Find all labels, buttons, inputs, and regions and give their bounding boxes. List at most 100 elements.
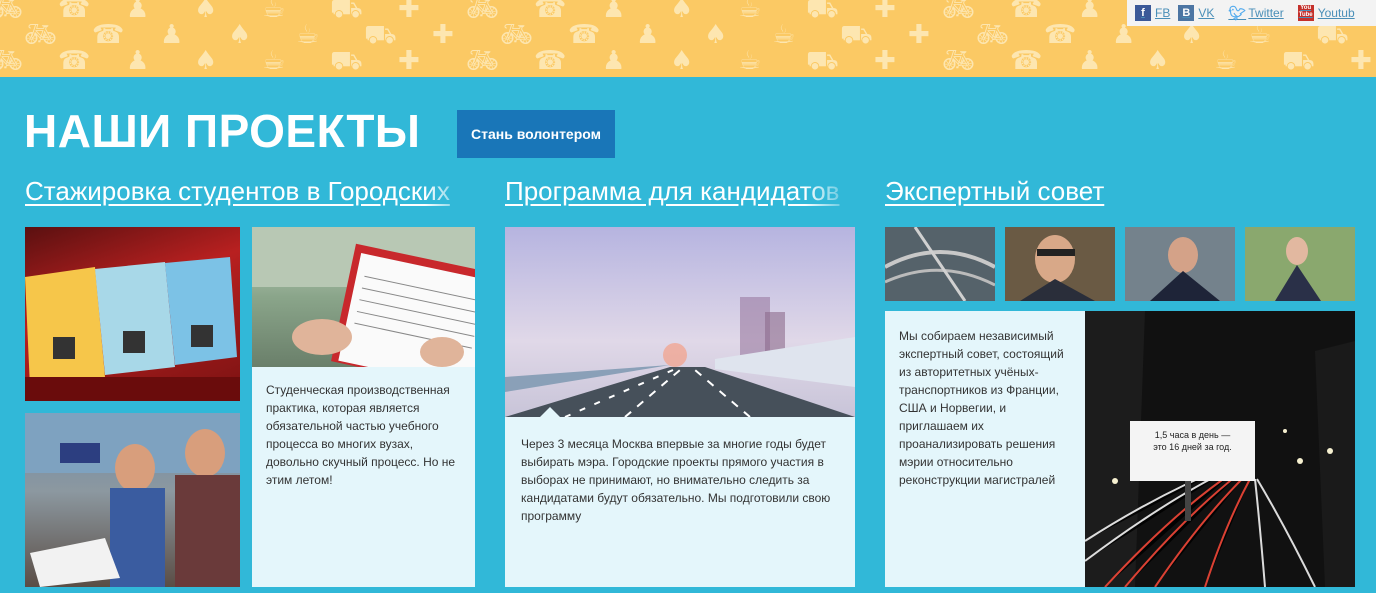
banner-pattern-glyph: ⛟︎: [330, 46, 363, 76]
project-title-internship[interactable]: Стажировка студентов в Городских: [25, 176, 475, 210]
banner-pattern-glyph: ☎︎: [58, 46, 91, 76]
banner-pattern-glyph: ♠︎: [670, 46, 694, 76]
expert-portrait-1[interactable]: [1005, 227, 1115, 301]
title-fade: [425, 176, 475, 210]
banner-pattern-glyph: ☕︎: [262, 0, 286, 24]
vk-link[interactable]: B VK: [1178, 5, 1214, 21]
billboard-line-2: это 16 дней за год.: [1153, 442, 1232, 452]
expert-portrait-1-image: [1005, 227, 1115, 301]
banner-pattern-glyph: ♟︎: [602, 0, 626, 24]
banner-pattern-glyph: ✚: [398, 46, 420, 76]
banner-pattern-glyph: ☎︎: [1010, 46, 1043, 76]
banner-pattern-glyph: ♟︎: [160, 20, 184, 50]
flyers-image: [25, 257, 240, 401]
candidates-description: Через 3 месяца Москва впервые за многие …: [521, 437, 831, 523]
internship-flyers-photo[interactable]: [25, 227, 240, 401]
candidates-description-card: Через 3 месяца Москва впервые за многие …: [505, 417, 855, 587]
banner-pattern-glyph: 🚲︎: [466, 0, 500, 24]
banner-pattern-glyph: ✚: [874, 0, 896, 24]
students-image: [25, 413, 240, 587]
banner-pattern-glyph: 🚲︎: [0, 0, 24, 24]
banner-pattern-glyph: ☎︎: [534, 0, 567, 24]
banner-pattern-glyph: ⛟︎: [364, 20, 397, 50]
clipboard-image: [252, 227, 475, 367]
banner-pattern-glyph: ⛟︎: [330, 0, 363, 24]
billboard-line-1: 1,5 часа в день —: [1154, 430, 1231, 440]
facebook-link[interactable]: f FB: [1135, 5, 1170, 21]
banner-pattern-glyph: 🚲︎: [976, 20, 1010, 50]
page-title: НАШИ ПРОЕКТЫ: [24, 105, 421, 157]
banner-pattern-glyph: ♠︎: [228, 20, 252, 50]
banner-pattern-glyph: ☎︎: [58, 0, 91, 24]
facebook-icon: f: [1135, 5, 1151, 21]
banner-pattern-glyph: ♟︎: [126, 0, 150, 24]
twitter-label: Twitter: [1248, 6, 1284, 20]
internship-description: Студенческая производственная практика, …: [266, 383, 456, 487]
banner-pattern-glyph: ⛟︎: [1282, 46, 1315, 76]
project-title-expert-council[interactable]: Экспертный совет: [885, 176, 1355, 210]
twitter-link[interactable]: 🐦︎ Twitter: [1228, 5, 1283, 21]
banner-pattern-glyph: 🚲︎: [24, 20, 58, 50]
vk-icon: B: [1178, 5, 1195, 21]
banner-pattern-glyph: ⛟︎: [806, 0, 839, 24]
banner-pattern-glyph: ☎︎: [1044, 20, 1077, 50]
foggy-road-photo[interactable]: [505, 227, 855, 417]
banner-pattern-glyph: ✚: [908, 20, 930, 50]
youtube-link[interactable]: You Tube Youtub: [1297, 5, 1355, 21]
banner-pattern-glyph: 🚲︎: [942, 46, 976, 76]
banner-pattern-glyph: 🚲︎: [500, 20, 534, 50]
become-volunteer-button[interactable]: Стань волонтером: [457, 110, 615, 158]
banner-pattern-glyph: ♠︎: [194, 0, 218, 24]
highway-aerial-thumb[interactable]: [885, 227, 995, 301]
banner-pattern-glyph: ☎︎: [534, 46, 567, 76]
night-traffic-photo[interactable]: 1,5 часа в день — это 16 дней за год.: [1085, 311, 1355, 587]
project-title-candidates-text: Программа для кандидатов: [505, 176, 840, 206]
banner-pattern-glyph: ♠︎: [704, 20, 728, 50]
expert-council-description: Мы собираем независимый экспертный совет…: [899, 329, 1064, 487]
banner-pattern-glyph: ☕︎: [296, 20, 320, 50]
banner-pattern-glyph: ♠︎: [670, 0, 694, 24]
project-title-candidates[interactable]: Программа для кандидатов: [505, 176, 855, 210]
banner-pattern-glyph: ☎︎: [1010, 0, 1043, 24]
expert-portrait-2[interactable]: [1125, 227, 1235, 301]
banner-pattern-glyph: ♟︎: [126, 46, 150, 76]
banner-pattern-glyph: ♟︎: [636, 20, 660, 50]
banner-pattern-glyph: ♠︎: [194, 46, 218, 76]
expert-portrait-2-image: [1125, 227, 1235, 301]
banner-pattern-glyph: ⛟︎: [806, 46, 839, 76]
banner-pattern-glyph: ♟︎: [1078, 46, 1102, 76]
youtube-icon: You Tube: [1297, 5, 1314, 21]
youtube-label: Youtub: [1317, 6, 1355, 20]
banner-pattern-glyph: ☕︎: [262, 46, 286, 76]
banner-pattern-glyph: ♠︎: [1146, 46, 1170, 76]
expert-council-description-card: Мы собираем независимый экспертный совет…: [885, 311, 1094, 587]
facebook-label: FB: [1155, 6, 1171, 20]
internship-description-card: Студенческая производственная практика, …: [252, 367, 475, 587]
twitter-icon: 🐦︎: [1228, 5, 1247, 21]
students-photo[interactable]: [25, 413, 240, 587]
banner-pattern-glyph: ☕︎: [738, 0, 762, 24]
banner-pattern-glyph: ✚: [432, 20, 454, 50]
banner-pattern-glyph: ✚: [874, 46, 896, 76]
banner-pattern-glyph: 🚲︎: [466, 46, 500, 76]
banner-pattern-glyph: ✚: [1350, 46, 1372, 76]
expert-portrait-3-image: [1245, 227, 1355, 301]
banner-pattern-glyph: ✚: [398, 0, 420, 24]
clipboard-photo[interactable]: [252, 227, 475, 367]
banner-pattern-glyph: ☕︎: [772, 20, 796, 50]
social-links-bar: f FB B VK 🐦︎ Twitter You Tube Youtub: [1127, 0, 1376, 26]
banner-pattern-glyph: ♟︎: [1078, 0, 1102, 24]
banner-pattern-glyph: ☕︎: [1214, 46, 1238, 76]
banner-pattern-glyph: 🚲︎: [942, 0, 976, 24]
banner-pattern-glyph: ♟︎: [602, 46, 626, 76]
banner-pattern-glyph: ☎︎: [568, 20, 601, 50]
expert-portrait-3[interactable]: [1245, 227, 1355, 301]
banner-pattern-glyph: ☎︎: [92, 20, 125, 50]
foggy-road-image: [505, 227, 855, 417]
highway-aerial-image: [885, 227, 995, 301]
project-title-expert-council-text: Экспертный совет: [885, 176, 1105, 206]
title-fade: [805, 176, 855, 210]
banner-pattern-glyph: ⛟︎: [840, 20, 873, 50]
project-title-internship-text: Стажировка студентов в Городских: [25, 176, 450, 206]
card-pointer: [540, 407, 560, 417]
